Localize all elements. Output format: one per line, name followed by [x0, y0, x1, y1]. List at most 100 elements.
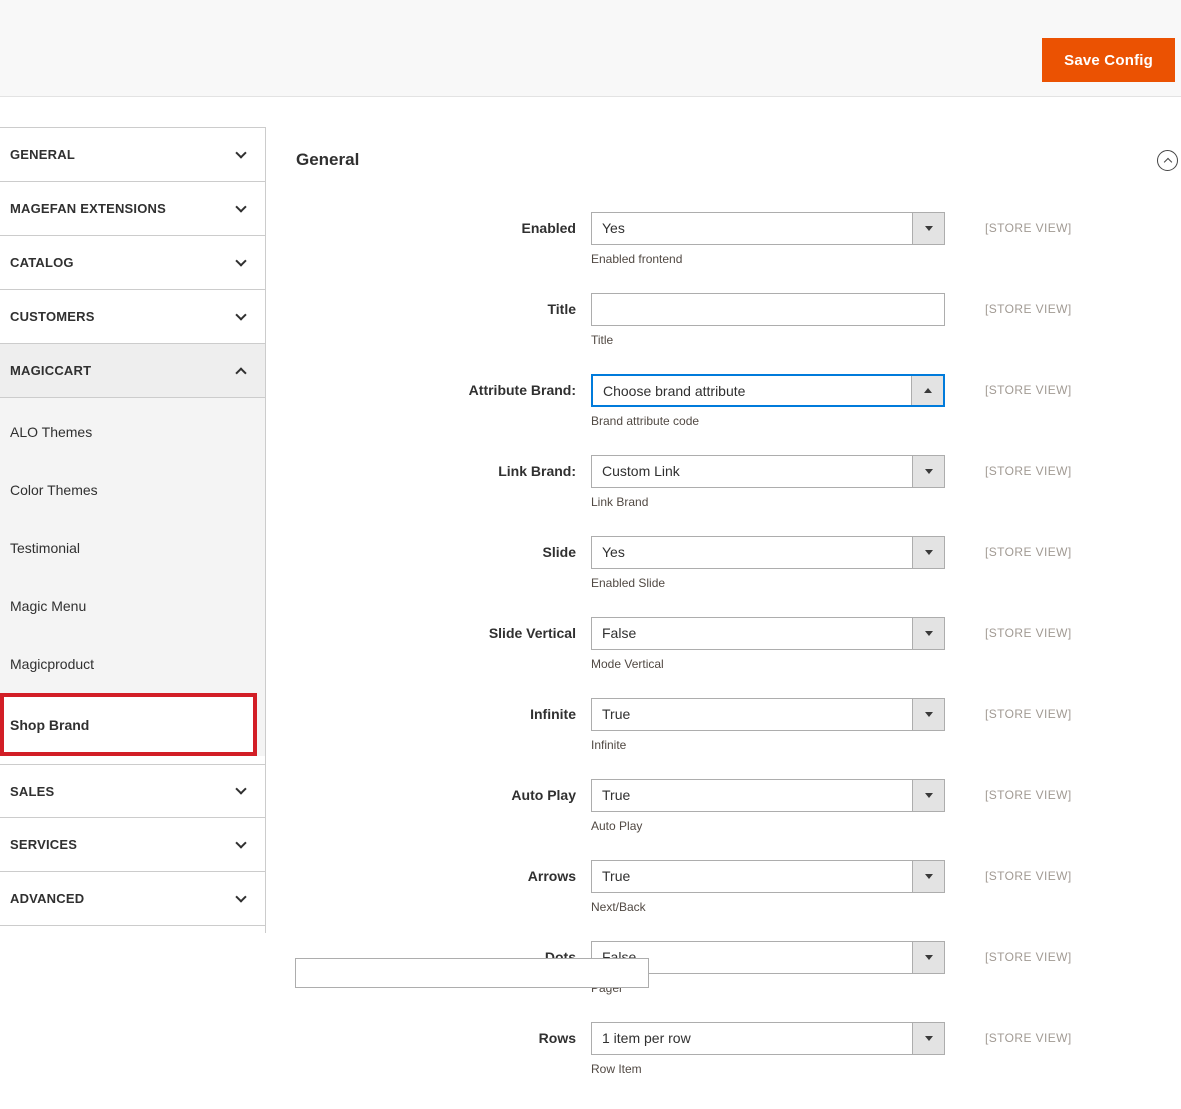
chevron-down-icon	[235, 836, 247, 849]
chevron-up-icon	[235, 366, 247, 379]
rows-select[interactable]: 1 item per row	[591, 1022, 945, 1055]
form-row-arrows: Arrows True Next/Back [STORE VIEW]	[296, 860, 1181, 916]
infinite-select[interactable]: True	[591, 698, 945, 731]
slide-select[interactable]: Yes	[591, 536, 945, 569]
field-control: False Mode Vertical	[591, 617, 945, 673]
link-brand-select[interactable]: Custom Link	[591, 455, 945, 488]
sidebar-item-color-themes[interactable]: Color Themes	[0, 461, 265, 519]
title-input[interactable]	[591, 293, 945, 326]
field-note: Enabled frontend	[591, 252, 683, 266]
dropdown-toggle-button[interactable]	[912, 699, 944, 730]
form-row-attribute-brand: Attribute Brand: Choose brand attribute Br…	[296, 374, 1181, 430]
sidebar-section-catalog[interactable]: CATALOG	[0, 236, 265, 290]
sidebar-section-services[interactable]: SERVICES	[0, 818, 265, 872]
section-header: General	[296, 145, 1181, 175]
sidebar-section-label: SERVICES	[10, 837, 78, 852]
form-row-slide: Slide Yes Enabled Slide [STORE VIEW]	[296, 536, 1181, 592]
triangle-down-icon	[924, 469, 933, 474]
enabled-select[interactable]: Yes	[591, 212, 945, 245]
sidebar-item-label: Magic Menu	[10, 598, 87, 614]
field-control: True Auto Play	[591, 779, 945, 835]
sidebar-section-general[interactable]: GENERAL	[0, 128, 265, 182]
scope-label: [STORE VIEW]	[985, 302, 1072, 316]
sidebar-item-label: Shop Brand	[10, 716, 90, 733]
select-value: 1 item per row	[602, 1030, 691, 1046]
sidebar-item-magic-menu[interactable]: Magic Menu	[0, 577, 265, 635]
sidebar-section-label: CATALOG	[10, 255, 74, 270]
dropdown-toggle-button[interactable]	[912, 618, 944, 649]
collapse-section-icon[interactable]	[1157, 149, 1178, 171]
scope-label: [STORE VIEW]	[985, 950, 1072, 964]
sidebar-item-magicproduct[interactable]: Magicproduct	[0, 635, 265, 693]
slide-vertical-select[interactable]: False	[591, 617, 945, 650]
attribute-brand-select[interactable]: Choose brand attribute	[591, 374, 945, 407]
field-label: Auto Play	[511, 787, 576, 803]
triangle-down-icon	[924, 226, 933, 231]
dropdown-toggle-button[interactable]	[912, 1023, 944, 1054]
sidebar-section-sales[interactable]: SALES	[0, 764, 265, 818]
chevron-up-icon	[1163, 157, 1172, 166]
scope-label: [STORE VIEW]	[985, 788, 1072, 802]
dropdown-toggle-button[interactable]	[911, 376, 943, 405]
form-row-auto-play: Auto Play True Auto Play [STORE VIEW]	[296, 779, 1181, 835]
dropdown-toggle-button[interactable]	[912, 942, 944, 973]
scope-label: [STORE VIEW]	[985, 1031, 1072, 1045]
field-control: True Next/Back	[591, 860, 945, 916]
dropdown-toggle-button[interactable]	[912, 780, 944, 811]
sidebar-item-testimonial[interactable]: Testimonial	[0, 519, 265, 577]
field-label: Title	[547, 301, 576, 317]
form-row-rows: Rows 1 item per row Row Item [STORE VIEW]	[296, 1022, 1181, 1078]
save-config-button[interactable]: Save Config	[1042, 38, 1175, 82]
field-note: Row Item	[591, 1062, 642, 1076]
field-note: Brand attribute code	[591, 414, 700, 428]
triangle-down-icon	[924, 955, 933, 960]
page-header: Save Config	[0, 0, 1181, 97]
next-field-partial[interactable]	[295, 958, 649, 988]
field-note: Auto Play	[591, 819, 643, 833]
select-value: False	[602, 625, 637, 641]
field-control: 1 item per row Row Item	[591, 1022, 945, 1078]
field-label: Arrows	[527, 868, 576, 884]
scope-label: [STORE VIEW]	[985, 545, 1072, 559]
field-label: Link Brand:	[498, 463, 576, 479]
sidebar-section-magefan-extensions[interactable]: MAGEFAN EXTENSIONS	[0, 182, 265, 236]
sidebar-item-alo-themes[interactable]: ALO Themes	[0, 403, 265, 461]
sidebar-section-label: MAGICCART	[10, 363, 92, 378]
dropdown-toggle-button[interactable]	[912, 213, 944, 244]
sidebar-section-advanced[interactable]: ADVANCED	[0, 872, 265, 926]
field-note: Mode Vertical	[591, 657, 664, 671]
sidebar-section-magiccart[interactable]: MAGICCART	[0, 344, 265, 398]
select-value: True	[602, 706, 631, 722]
field-label: Infinite	[530, 706, 576, 722]
triangle-down-icon	[924, 793, 933, 798]
field-label: Attribute Brand:	[468, 382, 576, 398]
triangle-up-icon	[923, 388, 932, 393]
sidebar-item-shop-brand[interactable]: Shop Brand	[0, 693, 257, 756]
chevron-down-icon	[235, 254, 247, 267]
scope-label: [STORE VIEW]	[985, 869, 1072, 883]
scope-label: [STORE VIEW]	[985, 626, 1072, 640]
scope-label: [STORE VIEW]	[985, 464, 1072, 478]
arrows-select[interactable]: True	[591, 860, 945, 893]
sidebar-section-customers[interactable]: CUSTOMERS	[0, 290, 265, 344]
auto-play-select[interactable]: True	[591, 779, 945, 812]
field-note: Title	[591, 333, 614, 347]
form-row-enabled: Enabled Yes Enabled frontend [STORE VIEW]	[296, 212, 1181, 268]
chevron-down-icon	[235, 146, 247, 159]
sidebar-item-label: Color Themes	[10, 482, 98, 498]
select-value: Choose brand attribute	[603, 383, 746, 399]
sidebar-section-label: GENERAL	[10, 147, 75, 162]
field-label: Enabled	[521, 220, 576, 236]
dropdown-toggle-button[interactable]	[912, 537, 944, 568]
field-note: Next/Back	[591, 900, 646, 914]
dropdown-toggle-button[interactable]	[912, 456, 944, 487]
field-note: Enabled Slide	[591, 576, 666, 590]
config-form: Enabled Yes Enabled frontend [STORE VIEW] Ti…	[296, 212, 1181, 1078]
field-label: Slide	[542, 544, 576, 560]
scope-label: [STORE VIEW]	[985, 221, 1072, 235]
field-control: Choose brand attribute Brand attribute co…	[591, 374, 945, 430]
sidebar-section-label: MAGEFAN EXTENSIONS	[10, 201, 167, 216]
sidebar-item-label: ALO Themes	[10, 424, 93, 440]
sidebar-submenu: ALO Themes Color Themes Testimonial Magic M…	[0, 398, 265, 756]
dropdown-toggle-button[interactable]	[912, 861, 944, 892]
